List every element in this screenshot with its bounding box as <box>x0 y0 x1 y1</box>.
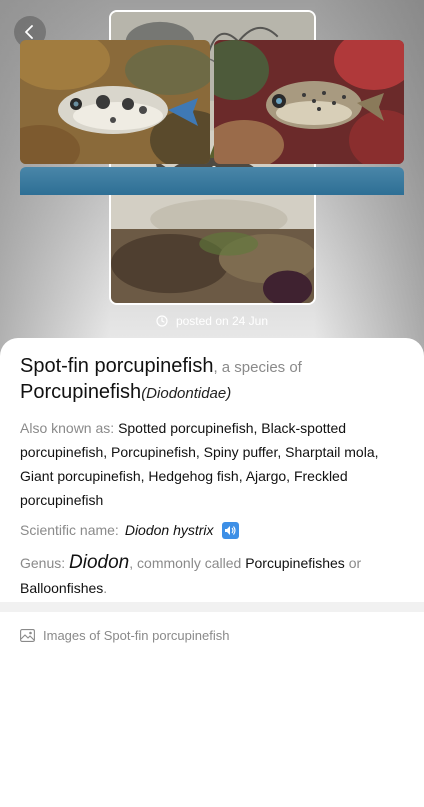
genus-row: Genus: Diodon, commonly called Porcupine… <box>20 550 404 601</box>
posted-info: posted on 24 Jun <box>0 314 424 328</box>
species-common-name: Spot-fin porcupinefish <box>20 355 214 377</box>
chevron-left-icon <box>25 25 33 39</box>
family-scientific-name: (Diodontidae) <box>141 385 232 402</box>
genus-common-name-1: Porcupinefishes <box>245 555 345 571</box>
thumbnail-2[interactable] <box>214 40 404 164</box>
image-icon <box>20 629 35 642</box>
also-known-as: Also known as: Spotted porcupinefish, Bl… <box>20 416 404 512</box>
species-info-card: Spot-fin porcupinefish, a species of Por… <box>0 338 424 602</box>
species-of-text: , a species of <box>213 359 302 376</box>
genus-or-text: or <box>344 555 362 571</box>
speaker-icon[interactable] <box>221 521 239 539</box>
images-title: Images of Spot-fin porcupinefish <box>43 628 230 643</box>
species-title: Spot-fin porcupinefish, a species of Por… <box>20 354 404 406</box>
thumbnail-3[interactable] <box>20 167 404 195</box>
scientific-label: Scientific name: <box>20 522 119 538</box>
scientific-name-row: Scientific name: Diodon hystrix <box>20 518 404 542</box>
genus-end: . <box>103 580 108 596</box>
aka-label: Also known as: <box>20 420 119 436</box>
family-common-name[interactable]: Porcupinefish <box>20 381 141 403</box>
clock-icon <box>156 315 168 327</box>
image-thumbnails <box>20 40 404 164</box>
genus-common-name-2: Balloonfishes <box>20 580 104 596</box>
scientific-name: Diodon hystrix <box>124 522 214 538</box>
section-divider <box>0 602 424 612</box>
genus-name[interactable]: Diodon <box>69 552 129 573</box>
posted-date: posted on 24 Jun <box>175 314 269 328</box>
genus-label: Genus: <box>20 555 70 571</box>
thumbnail-1[interactable] <box>20 40 210 164</box>
fish-thumbnail-image <box>214 40 404 164</box>
genus-commonly-text: , commonly called <box>129 555 246 571</box>
images-header: Images of Spot-fin porcupinefish <box>20 628 404 643</box>
images-section: Images of Spot-fin porcupinefish <box>0 612 424 807</box>
fish-thumbnail-image <box>20 40 210 164</box>
